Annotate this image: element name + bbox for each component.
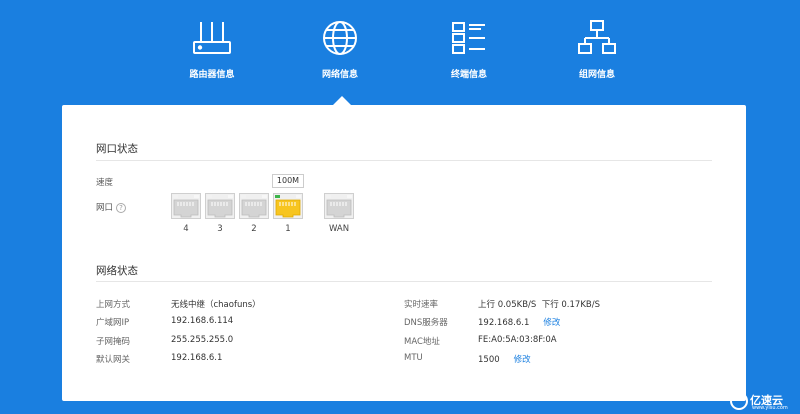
- port-status-title: 网口状态: [96, 143, 138, 155]
- watermark: 亿速云 www.yisu.com: [730, 392, 790, 412]
- network-status-title: 网络状态: [96, 265, 138, 277]
- mtu-value: 1500: [478, 355, 500, 365]
- nav-network-info[interactable]: 网络信息: [285, 18, 395, 80]
- wan-ip-value: 192.168.6.114: [171, 316, 234, 326]
- divider: [96, 281, 712, 282]
- port-label: 网口?: [96, 201, 127, 213]
- subnet-mask-value: 255.255.255.0: [171, 335, 234, 345]
- ethernet-port-wan: [324, 193, 354, 219]
- mac-address-value: FE:A0:5A:03:8F:0A: [478, 335, 557, 345]
- ethernet-port-icon: [324, 193, 354, 219]
- port-number: 3: [217, 224, 223, 234]
- mtu-label: MTU: [404, 353, 423, 363]
- ethernet-port-2: [239, 193, 269, 219]
- active-tab-pointer: [333, 96, 351, 105]
- port-label-text: 网口: [96, 203, 114, 213]
- ethernet-port-1: [273, 193, 303, 219]
- ethernet-port-icon: [239, 193, 269, 219]
- globe-icon: [323, 21, 357, 55]
- nav-label: 终端信息: [450, 70, 487, 80]
- default-gateway-value: 192.168.6.1: [171, 353, 223, 363]
- divider: [96, 160, 712, 161]
- ethernet-port-3: [205, 193, 235, 219]
- port-number: WAN: [328, 224, 350, 234]
- edit-dns-link[interactable]: 修改: [543, 318, 560, 328]
- network-topology-icon: [578, 20, 616, 54]
- ethernet-port-icon: [273, 193, 303, 219]
- dns-server-value: 192.168.6.1: [478, 318, 530, 328]
- router-icon: [193, 22, 231, 54]
- port-number: 4: [183, 224, 189, 234]
- dns-server-row: 192.168.6.1 修改: [478, 316, 560, 328]
- dns-server-label: DNS服务器: [404, 318, 448, 328]
- mac-address-label: MAC地址: [404, 337, 440, 347]
- nav-label: 网络信息: [321, 70, 358, 80]
- watermark-url: www.yisu.com: [752, 405, 788, 411]
- access-mode-value: 无线中继（chaofuns）: [171, 300, 261, 310]
- wan-ip-label: 广域网IP: [96, 318, 130, 328]
- watermark-logo-icon: [730, 392, 748, 410]
- ethernet-port-4: [171, 193, 201, 219]
- ethernet-port-icon: [171, 193, 201, 219]
- device-list-icon: [452, 22, 485, 54]
- port-number: 2: [251, 224, 257, 234]
- default-gateway-label: 默认网关: [96, 355, 131, 365]
- network-info-card: 网口状态 速度 100M 网口? 4 3 2 1 WAN 网络状态 上网方式 无…: [62, 105, 746, 401]
- nav-device-info[interactable]: 终端信息: [414, 18, 524, 80]
- nav-label: 路由器信息: [189, 70, 235, 80]
- subnet-mask-label: 子网掩码: [96, 337, 131, 347]
- access-mode-label: 上网方式: [96, 300, 131, 310]
- nav-router-info[interactable]: 路由器信息: [157, 18, 267, 80]
- speed-label: 速度: [96, 178, 114, 188]
- help-icon[interactable]: ?: [116, 202, 127, 213]
- port-number: 1: [285, 224, 291, 234]
- edit-mtu-link[interactable]: 修改: [514, 355, 531, 365]
- speed-badge: 100M: [272, 174, 304, 188]
- top-navigation: 路由器信息 网络信息 终端信息 组网信息: [0, 0, 800, 105]
- nav-mesh-info[interactable]: 组网信息: [542, 18, 652, 80]
- realtime-rate-label: 实时速率: [404, 300, 439, 310]
- ethernet-port-icon: [205, 193, 235, 219]
- realtime-rate-value: 上行 0.05KB/S 下行 0.17KB/S: [478, 300, 600, 310]
- mtu-row: 1500 修改: [478, 353, 531, 365]
- nav-label: 组网信息: [578, 70, 615, 80]
